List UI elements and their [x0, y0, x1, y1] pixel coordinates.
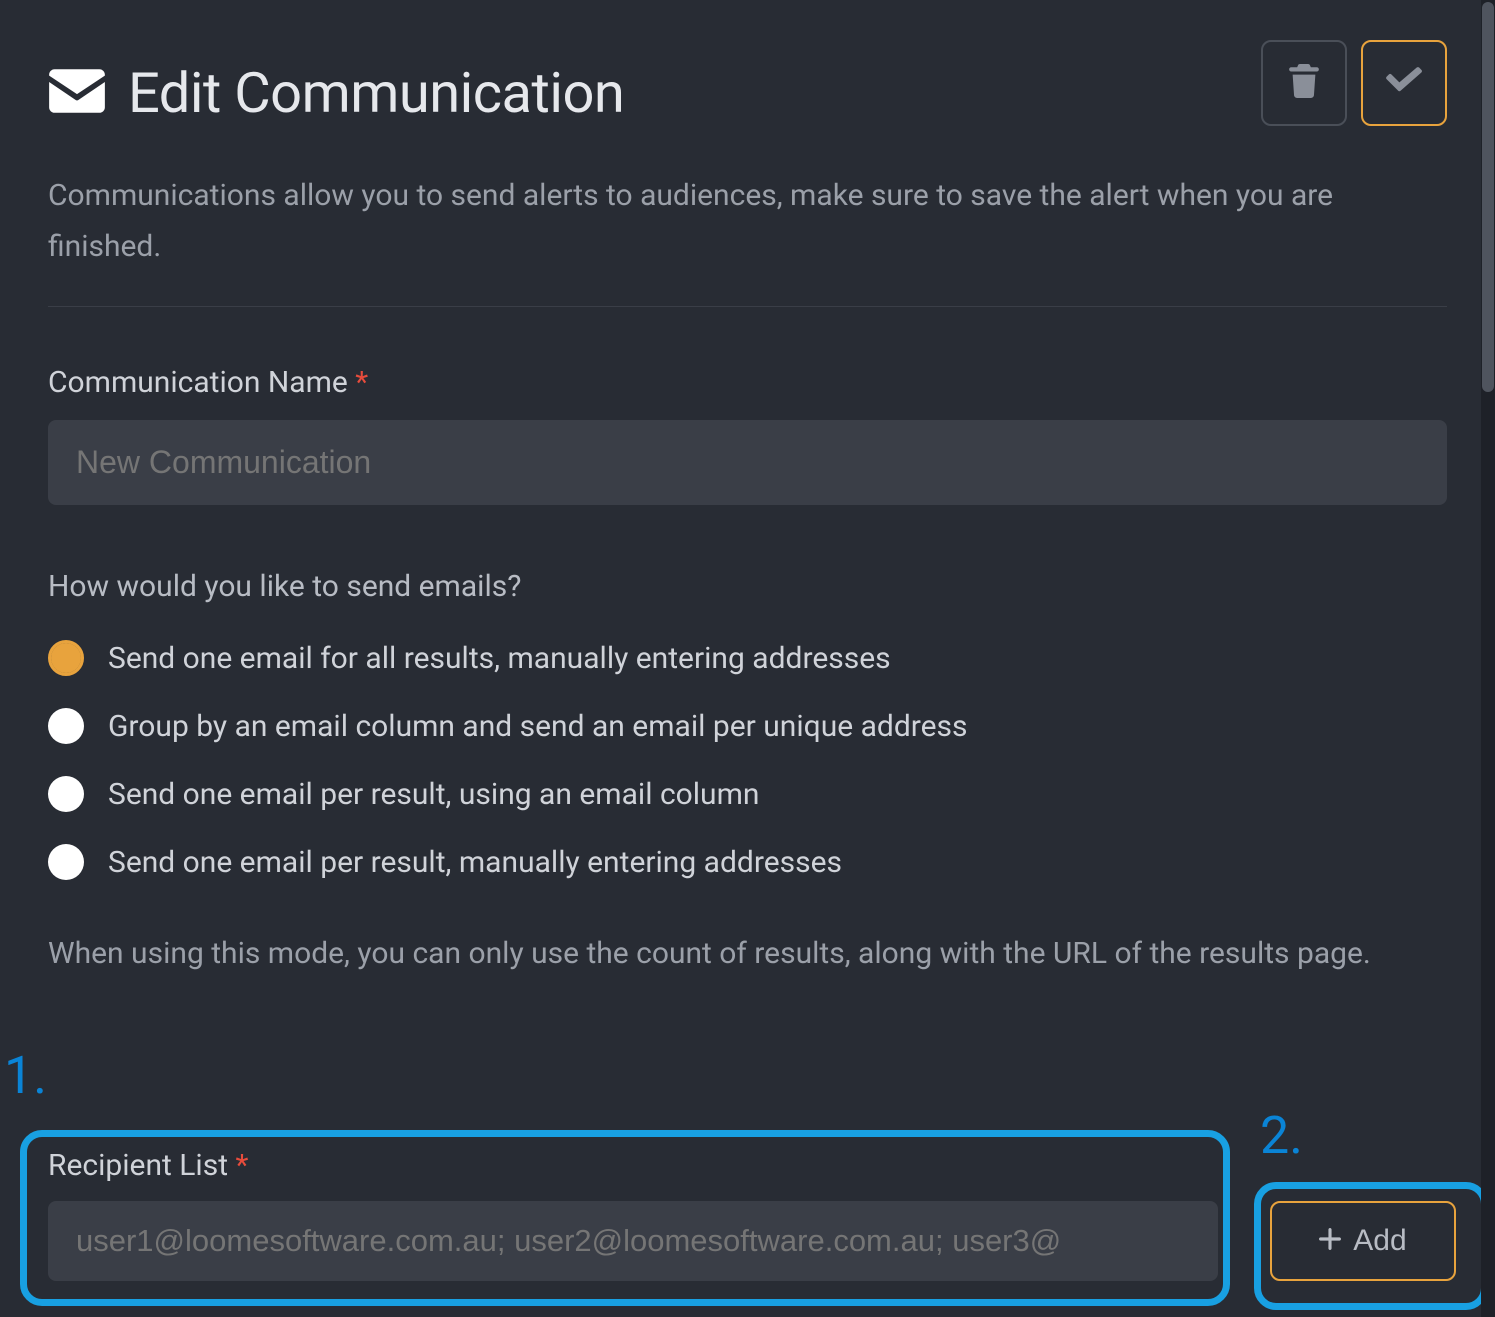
scrollbar-track[interactable]: [1481, 0, 1495, 1317]
scrollbar-thumb[interactable]: [1482, 2, 1494, 392]
required-mark: *: [355, 365, 368, 400]
radio-icon: [48, 708, 84, 744]
radio-label: Send one email for all results, manually…: [108, 641, 891, 676]
page-title: Edit Communication: [128, 60, 624, 126]
trash-icon: [1289, 64, 1319, 102]
add-button-label: Add: [1353, 1224, 1406, 1258]
send-mode-question: How would you like to send emails?: [48, 569, 1447, 604]
radio-icon: [48, 640, 84, 676]
communication-name-label: Communication Name *: [48, 365, 1447, 400]
recipient-section: Recipient List * Add: [48, 1148, 1468, 1281]
radio-label: Send one email per result, using an emai…: [108, 777, 759, 812]
confirm-button[interactable]: [1361, 40, 1447, 126]
radio-icon: [48, 776, 84, 812]
radio-option-3[interactable]: Send one email per result, manually ente…: [48, 844, 1447, 880]
recipient-list-label-text: Recipient List: [48, 1148, 228, 1183]
recipient-list-input[interactable]: [48, 1201, 1218, 1281]
recipient-list-label: Recipient List *: [48, 1148, 1468, 1183]
radio-icon: [48, 844, 84, 880]
check-icon: [1386, 67, 1422, 99]
annotation-number-1: 1.: [4, 1045, 47, 1106]
add-button[interactable]: Add: [1270, 1201, 1456, 1281]
communication-name-label-text: Communication Name: [48, 365, 348, 400]
envelope-icon: [48, 69, 106, 117]
action-buttons: [1261, 40, 1447, 126]
radio-option-1[interactable]: Group by an email column and send an ema…: [48, 708, 1447, 744]
radio-label: Group by an email column and send an ema…: [108, 709, 968, 744]
title-group: Edit Communication: [48, 60, 624, 126]
send-mode-radio-group: Send one email for all results, manually…: [48, 640, 1447, 880]
radio-option-0[interactable]: Send one email for all results, manually…: [48, 640, 1447, 676]
header-row: Edit Communication: [48, 60, 1447, 126]
communication-name-input[interactable]: [48, 420, 1447, 505]
page-subtitle: Communications allow you to send alerts …: [48, 170, 1447, 272]
send-mode-help: When using this mode, you can only use t…: [48, 928, 1447, 979]
annotation-number-2: 2.: [1260, 1105, 1303, 1166]
required-mark: *: [235, 1148, 248, 1183]
divider: [48, 306, 1447, 307]
delete-button[interactable]: [1261, 40, 1347, 126]
radio-option-2[interactable]: Send one email per result, using an emai…: [48, 776, 1447, 812]
plus-icon: [1319, 1224, 1341, 1258]
recipient-row: Add: [48, 1201, 1468, 1281]
radio-label: Send one email per result, manually ente…: [108, 845, 842, 880]
